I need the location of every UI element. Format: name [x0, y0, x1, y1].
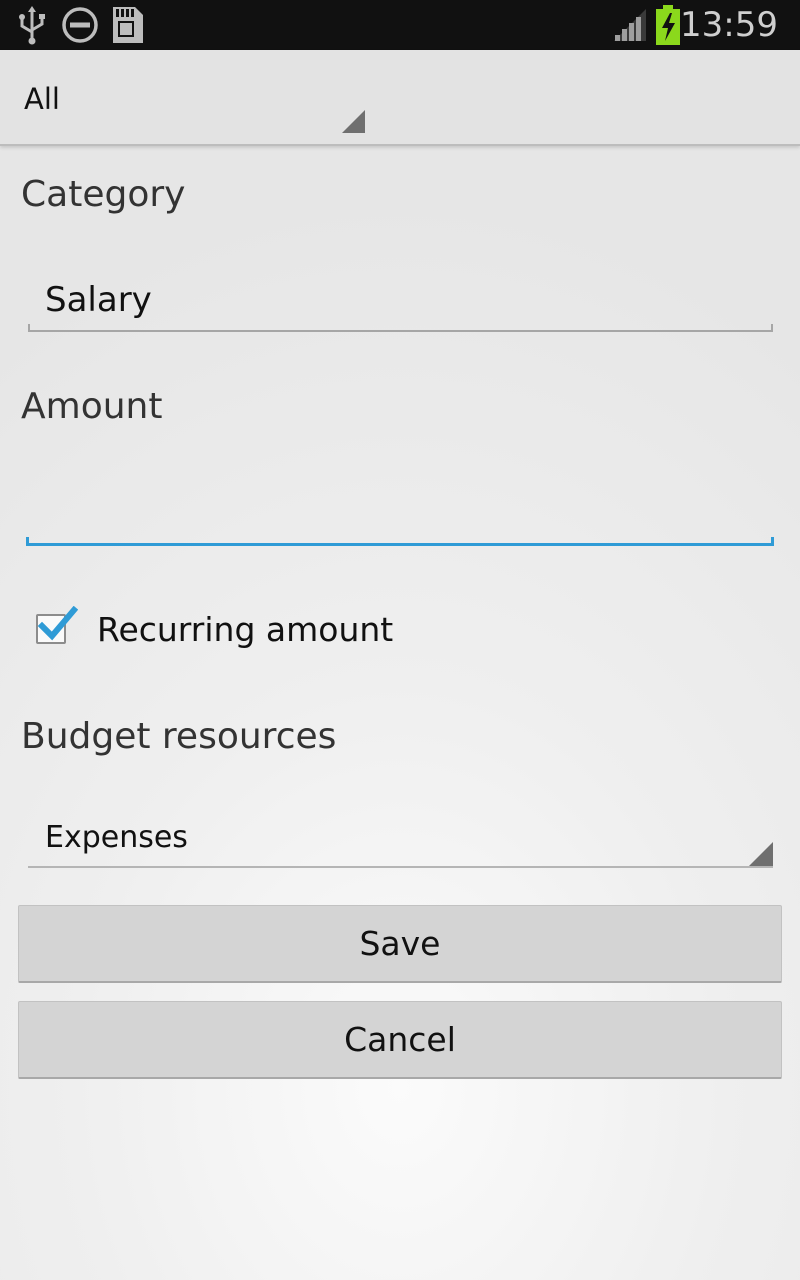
usb-icon: [16, 0, 48, 50]
cancel-button[interactable]: Cancel: [18, 1001, 782, 1079]
sd-card-icon: [110, 0, 146, 50]
category-value: Salary: [45, 280, 152, 320]
checkmark-icon: [36, 605, 79, 650]
spinner-arrow-icon: [342, 110, 365, 133]
clock: 13:59: [680, 5, 778, 45]
amount-label: Amount: [21, 386, 163, 427]
cancel-button-label: Cancel: [344, 1020, 456, 1059]
filter-spinner-value: All: [24, 82, 60, 116]
amount-field[interactable]: [26, 470, 774, 546]
spinner-arrow-icon: [749, 842, 773, 866]
save-button[interactable]: Save: [18, 905, 782, 983]
filter-spinner[interactable]: All: [0, 50, 800, 146]
status-bar: 13:59: [0, 0, 800, 50]
budget-spinner-value: Expenses: [45, 820, 188, 855]
signal-icon: [612, 0, 648, 50]
category-field[interactable]: Salary: [28, 270, 773, 332]
battery-charging-icon: [654, 0, 682, 50]
do-not-disturb-icon: [60, 0, 100, 50]
category-label: Category: [21, 174, 186, 215]
save-button-label: Save: [359, 924, 441, 963]
recurring-label: Recurring amount: [97, 610, 394, 649]
budget-spinner[interactable]: Expenses: [28, 810, 773, 868]
budget-resources-label: Budget resources: [21, 716, 337, 757]
